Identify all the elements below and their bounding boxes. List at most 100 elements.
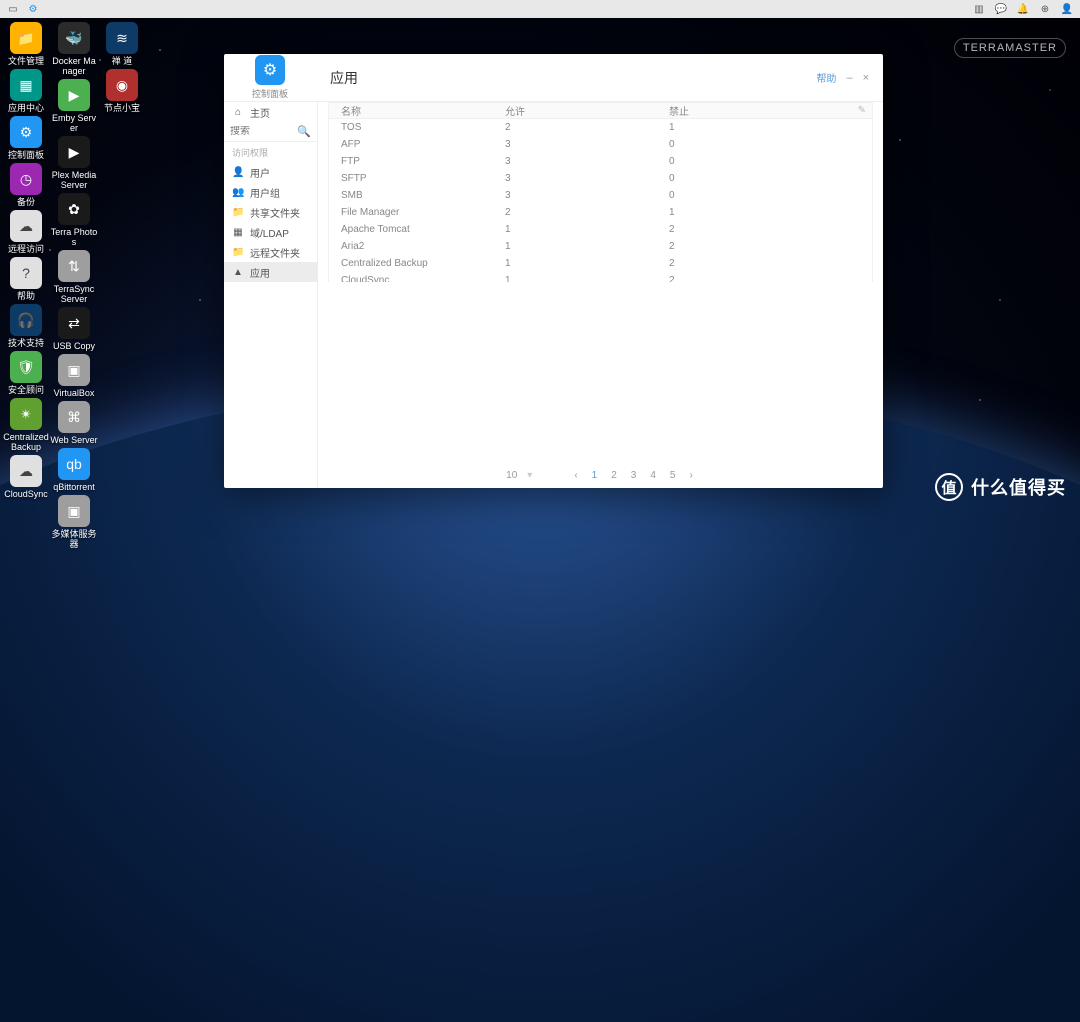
table-row[interactable]: File Manager21 xyxy=(329,204,872,221)
cell-name: File Manager xyxy=(341,207,505,218)
pager-page-5[interactable]: 5 xyxy=(668,470,678,481)
cell-name: SFTP xyxy=(341,173,505,184)
desktop-virtualbox[interactable]: ▣VirtualBox xyxy=(50,354,98,398)
sidebar-item-label: 应用 xyxy=(250,265,270,280)
col-deny[interactable]: 禁止 xyxy=(669,103,833,118)
show-desktop-icon[interactable]: ▭ xyxy=(6,2,20,16)
taskbar-control-panel-icon[interactable]: ⚙ xyxy=(26,2,40,16)
desktop-media-server[interactable]: ▣多媒体服务器 xyxy=(50,495,98,549)
cell-name: AFP xyxy=(341,139,505,150)
col-name[interactable]: 名称 xyxy=(341,103,505,118)
pager-page-2[interactable]: 2 xyxy=(609,470,619,481)
desktop-centralized-backup[interactable]: ✴Centralized Backup xyxy=(2,398,50,452)
desktop-terrasync-server[interactable]: ⇅TerraSync Server xyxy=(50,250,98,304)
sidebar-item-user[interactable]: 👤用户 xyxy=(224,162,317,182)
desktop-zen-tao[interactable]: ≋禅 道 xyxy=(98,22,146,66)
sidebar-item-remote-folder[interactable]: 📁远程文件夹 xyxy=(224,242,317,262)
desktop-control-panel[interactable]: ⚙ 控制面板 xyxy=(2,116,50,160)
control-panel-icon: ⚙ xyxy=(10,116,42,148)
cell-name: TOS xyxy=(341,122,505,133)
terrasync-server-icon: ⇅ xyxy=(58,250,90,282)
help-link[interactable]: 帮助 xyxy=(816,70,836,85)
table-header: 名称 允许 禁止 ✎ xyxy=(328,102,873,119)
sidebar-item-user-group[interactable]: 👥用户组 xyxy=(224,182,317,202)
close-button[interactable]: × xyxy=(863,72,869,84)
desktop-label: 节点小宝 xyxy=(98,103,146,113)
dashboard-icon[interactable]: ▥ xyxy=(972,2,986,16)
desktop-docker-manager[interactable]: 🐳Docker Manager xyxy=(50,22,98,76)
desktop-label: 控制面板 xyxy=(2,150,50,160)
pager-page-3[interactable]: 3 xyxy=(629,470,639,481)
desktop-file-manager[interactable]: 📁文件管理 xyxy=(2,22,50,66)
sidebar-home[interactable]: ⌂ 主页 xyxy=(224,102,317,122)
pager-next[interactable]: › xyxy=(687,470,694,481)
desktop-remote-access[interactable]: ☁远程访问 xyxy=(2,210,50,254)
table-row[interactable]: CloudSync12 xyxy=(329,272,872,282)
pager-page-1[interactable]: 1 xyxy=(590,470,600,481)
desktop-cloudsync[interactable]: ☁CloudSync xyxy=(2,455,50,499)
table-row[interactable]: SFTP30 xyxy=(329,170,872,187)
cell-deny: 2 xyxy=(669,224,833,235)
table-row[interactable]: FTP30 xyxy=(329,153,872,170)
desktop-tech-support[interactable]: 🎧技术支持 xyxy=(2,304,50,348)
plex-media-server-icon: ▶ xyxy=(58,136,90,168)
taskbar: ▭ ⚙ ▥ 💬 🔔 ⊕ 👤 xyxy=(0,0,1080,18)
centralized-backup-icon: ✴ xyxy=(10,398,42,430)
page-title: 应用 xyxy=(330,68,358,88)
web-server-icon: ⌘ xyxy=(58,401,90,433)
cell-allow: 2 xyxy=(505,207,669,218)
desktop-terra-photos[interactable]: ✿Terra Photos xyxy=(50,193,98,247)
sidebar-search[interactable]: 🔍 xyxy=(224,122,317,142)
security-icon: 🛡 xyxy=(10,351,42,383)
sidebar-item-label: 域/LDAP xyxy=(250,225,289,240)
sidebar-item-apps[interactable]: ▲ 应用 xyxy=(224,262,317,282)
table-row[interactable]: Aria212 xyxy=(329,238,872,255)
network-icon[interactable]: ⊕ xyxy=(1038,2,1052,16)
app-name-label: 控制面板 xyxy=(252,87,288,100)
sidebar-item-shared-folder[interactable]: 📁共享文件夹 xyxy=(224,202,317,222)
cell-deny: 0 xyxy=(669,139,833,150)
table-row[interactable]: Centralized Backup12 xyxy=(329,255,872,272)
pager: 10 ▾ ‹ 12345 › xyxy=(328,462,873,488)
chat-icon[interactable]: 💬 xyxy=(994,2,1008,16)
desktop-qbittorrent[interactable]: qbqBittorrent xyxy=(50,448,98,492)
cell-allow: 1 xyxy=(505,258,669,269)
page-size[interactable]: 10 xyxy=(506,470,517,481)
sidebar-item-domain-ldap[interactable]: ▦域/LDAP xyxy=(224,222,317,242)
pager-page-4[interactable]: 4 xyxy=(648,470,658,481)
desktop-usb-copy[interactable]: ⇄USB Copy xyxy=(50,307,98,351)
main-content: 名称 允许 禁止 ✎ TOS21AFP30FTP30SFTP30SMB30Fil… xyxy=(318,102,883,488)
cell-deny: 0 xyxy=(669,173,833,184)
desktop-jiedian[interactable]: ◉节点小宝 xyxy=(98,69,146,113)
desktop-security[interactable]: 🛡安全顾问 xyxy=(2,351,50,395)
desktop-label: 禅 道 xyxy=(98,56,146,66)
desktop-help[interactable]: ?帮助 xyxy=(2,257,50,301)
col-allow[interactable]: 允许 xyxy=(505,103,669,118)
home-icon: ⌂ xyxy=(232,107,244,118)
user-icon[interactable]: 👤 xyxy=(1060,2,1074,16)
cell-allow: 2 xyxy=(505,122,669,133)
backup-icon: ◷ xyxy=(10,163,42,195)
pager-prev[interactable]: ‹ xyxy=(572,470,579,481)
desktop-app-center[interactable]: ▦应用中心 xyxy=(2,69,50,113)
desktop-label: 帮助 xyxy=(2,291,50,301)
desktop-icons: 📁文件管理▦应用中心⚙ 控制面板 ◷备份☁远程访问?帮助🎧技术支持🛡安全顾问✴Cen… xyxy=(2,22,146,549)
sidebar-home-label: 主页 xyxy=(250,105,270,120)
desktop-emby-server[interactable]: ▶Emby Server xyxy=(50,79,98,133)
desktop-plex-media-server[interactable]: ▶Plex Media Server xyxy=(50,136,98,190)
search-input[interactable] xyxy=(230,126,297,137)
sidebar: ⌂ 主页 🔍 访问权限 👤用户👥用户组📁共享文件夹▦域/LDAP📁远程文件夹 ▲ 应… xyxy=(224,102,318,488)
apps-icon: ▲ xyxy=(232,267,244,278)
table-row[interactable]: TOS21 xyxy=(329,119,872,136)
edit-columns-icon[interactable]: ✎ xyxy=(858,105,866,116)
table-row[interactable]: Apache Tomcat12 xyxy=(329,221,872,238)
notification-icon[interactable]: 🔔 xyxy=(1016,2,1030,16)
cell-name: Apache Tomcat xyxy=(341,224,505,235)
desktop-backup[interactable]: ◷备份 xyxy=(2,163,50,207)
table-row[interactable]: AFP30 xyxy=(329,136,872,153)
table-row[interactable]: SMB30 xyxy=(329,187,872,204)
minimize-button[interactable]: – xyxy=(846,72,852,84)
desktop-web-server[interactable]: ⌘Web Server xyxy=(50,401,98,445)
cell-name: FTP xyxy=(341,156,505,167)
sidebar-section-header: 访问权限 xyxy=(224,142,317,162)
